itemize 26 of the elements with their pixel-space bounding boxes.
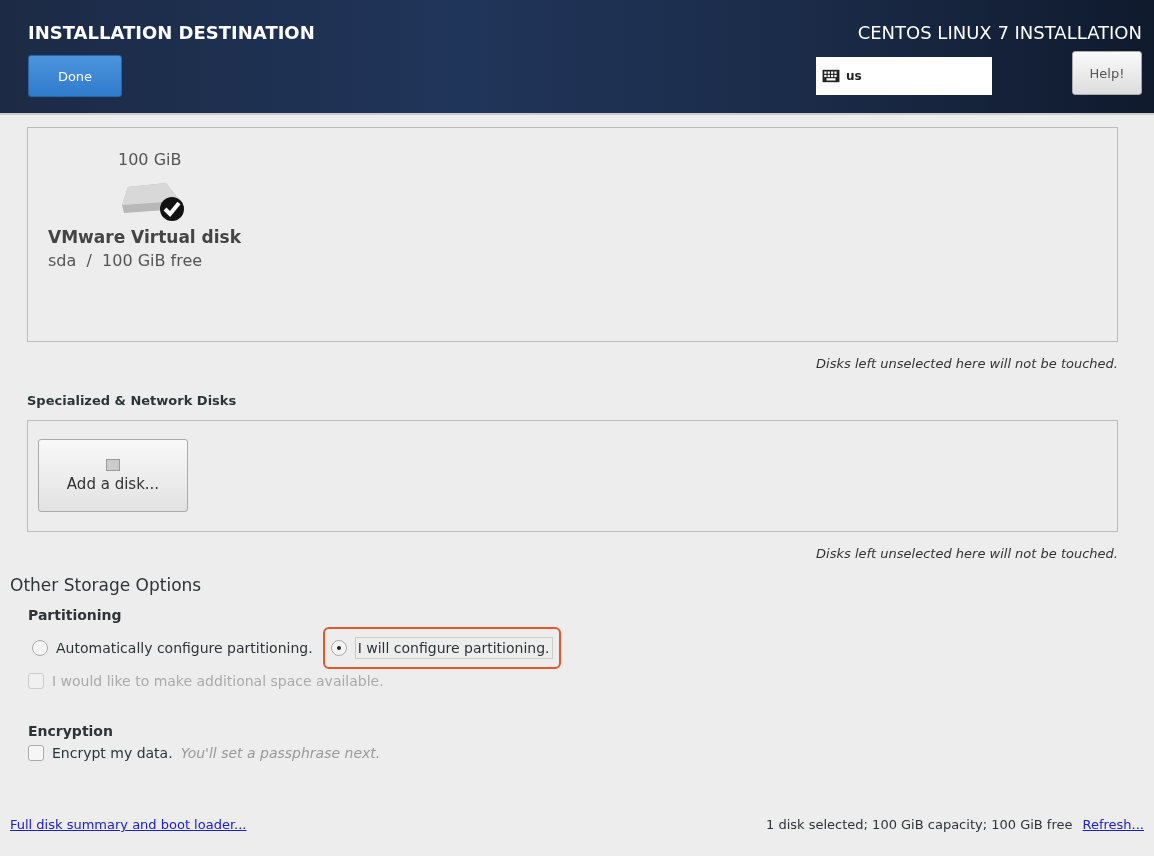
hint-text: You'll set a passphrase next. [180,745,381,761]
status-text: 1 disk selected; 100 GiB capacity; 100 GiB free [766,817,1073,832]
refresh-link[interactable]: Refresh... [1082,817,1144,832]
product-title: CENTOS LINUX 7 INSTALLATION [857,22,1142,43]
disk-summary-link[interactable]: Full disk summary and boot loader... [10,817,247,832]
radio-button[interactable] [330,640,347,656]
done-button[interactable]: Done [28,55,122,97]
help-button[interactable]: Help! [1072,51,1142,95]
checkbox-label[interactable]: Encrypt my data. [52,745,173,761]
disk-name: VMware Virtual disk [48,227,243,247]
group-heading: Partitioning [28,607,123,623]
radio-label[interactable]: I will configure partitioning. [354,637,553,659]
disk-details: sda / 100 GiB free [48,251,204,270]
group-heading: Encryption [28,723,114,739]
disk-tile[interactable]: 100 GiB VMware Virtual disk sda / 100 GiB free [48,150,288,270]
radio-label[interactable]: Automatically configure partitioning. [56,640,313,656]
disk-note: Disks left unselected here will not be touched. [816,546,1118,561]
section-heading: Specialized & Network Disks [27,393,238,408]
add-disk-button[interactable]: Add a disk... [38,439,188,512]
keyboard-icon [822,69,840,83]
disk-note: Disks left unselected here will not be touched. [816,356,1118,371]
checkbox[interactable] [28,745,44,761]
page-title: INSTALLATION DESTINATION [28,22,315,43]
section-heading: Other Storage Options [10,575,203,595]
radio-button[interactable] [32,640,48,656]
keyboard-layout-field[interactable]: us [816,57,992,95]
